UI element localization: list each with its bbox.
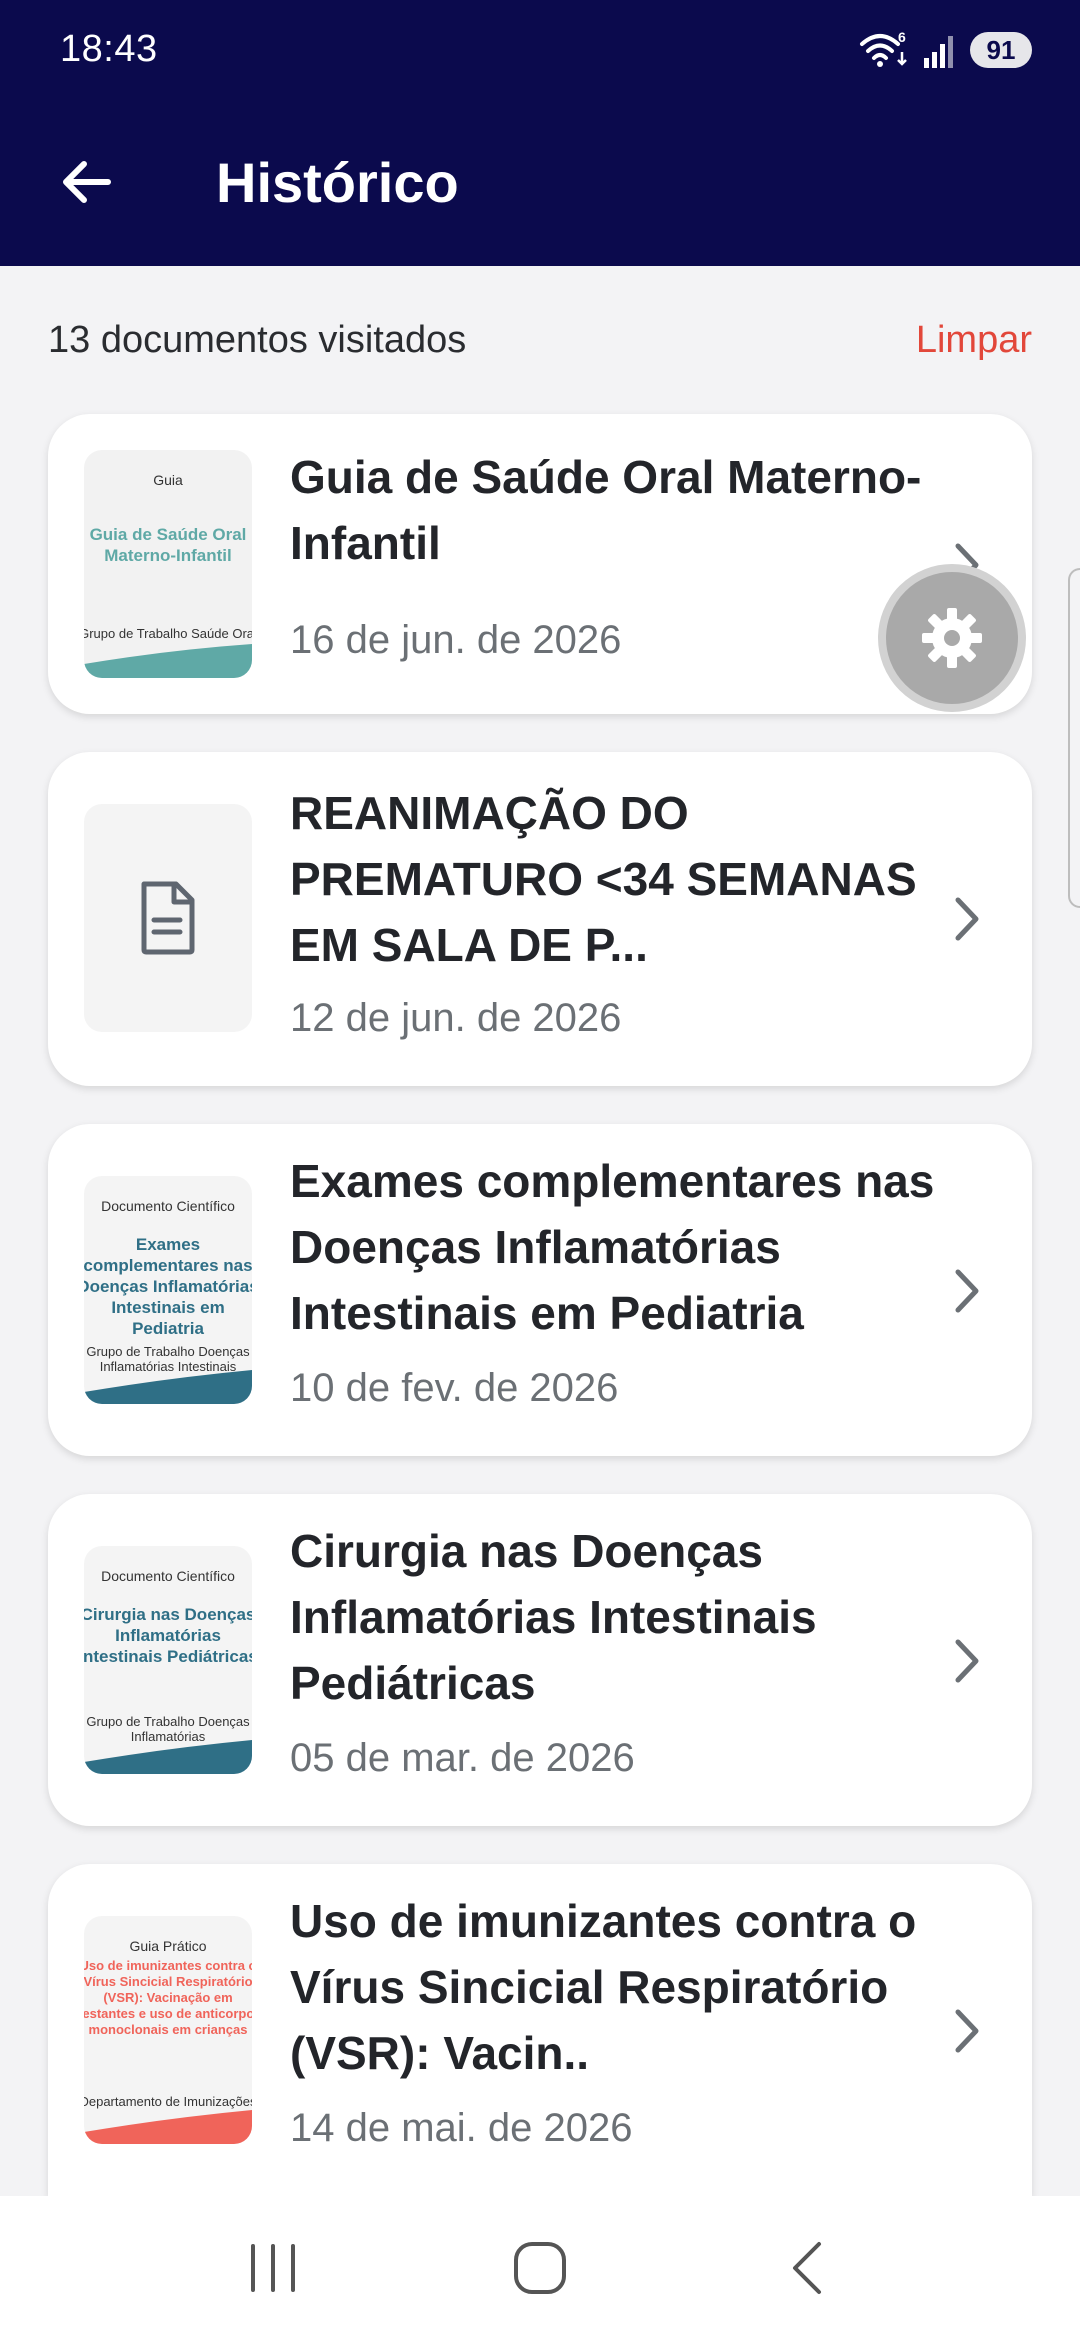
settings-floating-button[interactable] <box>878 564 1026 712</box>
document-card[interactable]: Documento Científico Exames complementar… <box>48 1124 1032 1456</box>
chevron-right-icon <box>955 1269 979 1313</box>
back-button[interactable] <box>48 144 124 220</box>
history-summary: 13 documentos visitados Limpar <box>48 312 1032 368</box>
chevron-right-icon <box>955 1639 979 1683</box>
recent-apps-icon <box>251 2244 296 2292</box>
edge-panel-handle[interactable] <box>1068 568 1080 908</box>
chevron-right-icon <box>955 897 979 941</box>
visited-count: 13 documentos visitados <box>48 318 467 361</box>
thumb-label: Guia Prático <box>129 1938 207 1954</box>
page-title: Histórico <box>216 151 459 214</box>
signal-icon <box>924 36 953 68</box>
document-icon <box>141 881 195 955</box>
document-date: 16 de jun. de 2026 <box>290 618 622 662</box>
system-back-button[interactable] <box>757 2218 857 2318</box>
thumb-wave <box>84 644 252 678</box>
thumb-wave <box>84 1370 252 1404</box>
thumb-footer: Departamento de Imunizações <box>84 2094 252 2109</box>
app-header: 18:43 6 91 Histórico <box>0 0 1080 266</box>
document-card[interactable]: Guia Prático Uso de imunizantes contra o… <box>48 1864 1032 2196</box>
gear-icon <box>922 608 982 668</box>
thumb-wave <box>84 2110 252 2144</box>
document-date: 14 de mai. de 2026 <box>290 2106 633 2150</box>
svg-text:6: 6 <box>898 30 906 45</box>
document-title: Cirurgia nas Doenças Inflamatórias Intes… <box>290 1525 817 1709</box>
thumb-label: Documento Científico <box>101 1198 235 1214</box>
document-card[interactable]: Documento Científico Cirurgia nas Doença… <box>48 1494 1032 1826</box>
thumb-title: Guia de Saúde Oral Materno-Infantil <box>89 525 247 565</box>
thumb-title: Uso de imunizantes contra o Vírus Sincic… <box>84 1958 252 2037</box>
back-chevron-icon <box>792 2242 821 2294</box>
document-thumbnail: Guia Guia de Saúde Oral Materno-Infantil… <box>84 450 252 678</box>
status-time: 18:43 <box>60 28 158 70</box>
document-title: Exames complementares nas Doenças Inflam… <box>290 1155 935 1339</box>
clear-history-button[interactable]: Limpar <box>916 319 1032 362</box>
document-thumbnail: Documento Científico Cirurgia nas Doença… <box>84 1546 252 1774</box>
document-thumbnail: Guia Prático Uso de imunizantes contra o… <box>84 1916 252 2144</box>
thumb-label: Guia <box>153 472 183 488</box>
recent-apps-button[interactable] <box>223 2218 323 2318</box>
document-date: 10 de fev. de 2026 <box>290 1366 619 1410</box>
document-title: Uso de imunizantes contra o Vírus Sincic… <box>290 1895 917 2079</box>
home-icon <box>513 2242 566 2294</box>
thumb-title: Exames complementares nas Doenças Inflam… <box>84 1235 252 1338</box>
thumb-label: Documento Científico <box>101 1568 235 1584</box>
thumb-title: Cirurgia nas Doenças Inflamatórias Intes… <box>84 1605 252 1666</box>
thumb-wave <box>84 1740 252 1774</box>
document-date: 05 de mar. de 2026 <box>290 1736 635 1780</box>
home-button[interactable] <box>490 2218 590 2318</box>
document-title: REANIMAÇÃO DO PREMATURO <34 SEMANAS EM S… <box>290 787 917 971</box>
arrow-left-icon <box>63 161 111 203</box>
document-card[interactable]: REANIMAÇÃO DO PREMATURO <34 SEMANAS EM S… <box>48 752 1032 1086</box>
system-navigation-bar <box>0 2196 1080 2340</box>
document-date: 12 de jun. de 2026 <box>290 996 622 1040</box>
document-title: Guia de Saúde Oral Materno-Infantil <box>290 451 922 569</box>
document-thumbnail: Documento Científico Exames complementar… <box>84 1176 252 1404</box>
document-thumbnail <box>84 804 252 1032</box>
wifi-icon: 6 <box>860 30 907 67</box>
thumb-footer: Grupo de Trabalho Saúde Oral <box>84 626 252 641</box>
status-icons: 6 91 <box>858 28 1032 72</box>
chevron-right-icon <box>955 2009 979 2053</box>
battery-indicator: 91 <box>970 32 1032 68</box>
